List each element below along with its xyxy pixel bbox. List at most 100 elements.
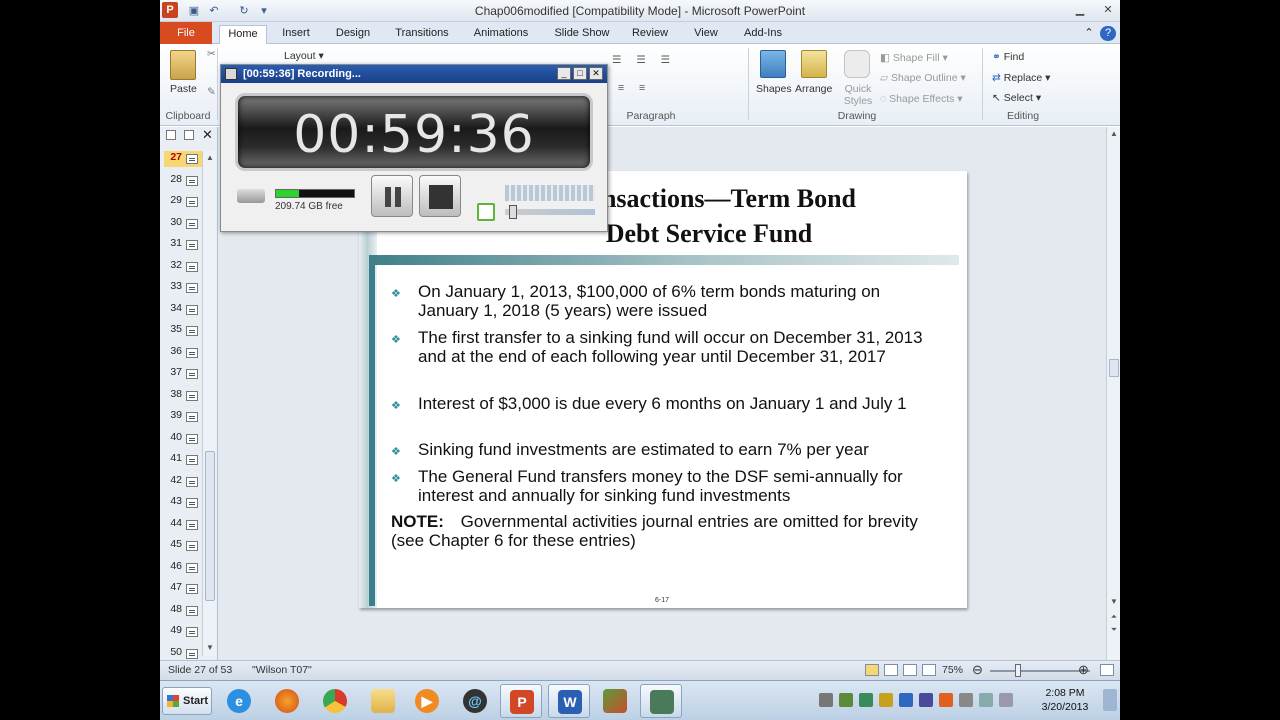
stop-button[interactable] xyxy=(419,175,461,217)
scroll-down-icon[interactable]: ▼ xyxy=(1107,597,1120,606)
taskbar-chrome[interactable] xyxy=(314,684,356,718)
cut-icon[interactable]: ✂ xyxy=(207,48,216,60)
slide-thumbnail-item[interactable]: 44 xyxy=(164,517,204,533)
find-button[interactable]: ⚭ Find xyxy=(992,51,1024,63)
tab-slide-show[interactable]: Slide Show xyxy=(550,25,614,44)
tab-transitions[interactable]: Transitions xyxy=(390,25,454,44)
quick-styles-button[interactable]: Quick Styles xyxy=(840,83,876,107)
pause-button[interactable] xyxy=(371,175,413,217)
align-buttons[interactable]: ≡ ≡ xyxy=(618,82,651,94)
slide-thumbnail-item[interactable]: 43 xyxy=(164,495,204,511)
close-panel-icon[interactable]: ✕ xyxy=(202,127,213,143)
zoom-out-icon[interactable]: ⊖ xyxy=(972,662,983,678)
taskbar-explorer[interactable] xyxy=(362,684,404,718)
tray-icon[interactable] xyxy=(859,693,873,707)
recorder-close-button[interactable]: ✕ xyxy=(589,67,603,80)
fit-slide-icon[interactable] xyxy=(1100,664,1114,676)
slide-thumbnail-item[interactable]: 45 xyxy=(164,538,204,554)
tab-review[interactable]: Review xyxy=(628,25,672,44)
recorder-minimize-button[interactable]: _ xyxy=(557,67,571,80)
clock[interactable]: 2:08 PM 3/20/2013 xyxy=(1035,686,1095,714)
taskbar-firefox[interactable] xyxy=(266,684,308,718)
zoom-slider-knob[interactable] xyxy=(1015,664,1021,677)
list-buttons[interactable]: ☰ ☰ ☰ xyxy=(612,54,676,66)
volume-slider-knob[interactable] xyxy=(509,205,517,219)
slideshow-icon[interactable] xyxy=(922,664,936,676)
normal-view-icon[interactable] xyxy=(865,664,879,676)
tray-icon[interactable] xyxy=(939,693,953,707)
taskbar-media[interactable]: ▶ xyxy=(406,684,448,718)
show-desktop-button[interactable] xyxy=(1103,689,1117,711)
tray-icon[interactable] xyxy=(899,693,913,707)
panel-scroll-thumb[interactable] xyxy=(205,451,215,601)
slide-thumbnail-item[interactable]: 41 xyxy=(164,452,204,468)
paste-button[interactable]: Paste xyxy=(170,83,197,95)
arrange-icon[interactable] xyxy=(801,50,827,78)
tray-icon[interactable] xyxy=(839,693,853,707)
outline-tab-icon[interactable] xyxy=(184,130,194,140)
slides-tab-icon[interactable] xyxy=(166,130,176,140)
zoom-level[interactable]: 75% xyxy=(942,664,963,676)
recorder-maximize-button[interactable]: □ xyxy=(573,67,587,80)
microphone-icon[interactable] xyxy=(477,203,495,221)
slide-thumbnail-item[interactable]: 38 xyxy=(164,388,204,404)
slide-thumbnail-item[interactable]: 29 xyxy=(164,194,204,210)
slide-thumbnail-item[interactable]: 39 xyxy=(164,409,204,425)
slide-thumbnail-item[interactable]: 30 xyxy=(164,216,204,232)
canvas-scrollbar[interactable]: ▲ ▼ ⏶ ⏷ xyxy=(1106,127,1120,660)
slide-thumbnail-item[interactable]: 27 xyxy=(164,151,204,167)
slide-thumbnail-item[interactable]: 32 xyxy=(164,259,204,275)
next-slide-icon[interactable]: ⏷ xyxy=(1107,625,1120,635)
tab-insert[interactable]: Insert xyxy=(276,25,316,44)
taskbar-recorder[interactable] xyxy=(640,684,682,718)
tab-file[interactable]: File xyxy=(160,22,212,44)
slide-thumbnail-item[interactable]: 37 xyxy=(164,366,204,382)
paste-icon[interactable] xyxy=(170,50,196,80)
zoom-in-icon[interactable]: ⊕ xyxy=(1078,662,1089,678)
select-button[interactable]: ↖ Select ▾ xyxy=(992,92,1041,104)
taskbar-app[interactable]: @ xyxy=(454,684,496,718)
volume-slider[interactable] xyxy=(505,209,595,215)
scroll-up-icon[interactable]: ▲ xyxy=(203,153,217,162)
format-painter-icon[interactable]: ✎ xyxy=(207,86,216,98)
minimize-button[interactable]: ▁ xyxy=(1070,2,1090,18)
scroll-up-icon[interactable]: ▲ xyxy=(1107,129,1120,138)
start-button[interactable]: Start xyxy=(162,687,212,715)
taskbar-app2[interactable] xyxy=(594,684,636,718)
taskbar-powerpoint[interactable]: P xyxy=(500,684,542,718)
slide-thumbnail-item[interactable]: 33 xyxy=(164,280,204,296)
slide-thumbnail-item[interactable]: 42 xyxy=(164,474,204,490)
shape-outline-button[interactable]: ▱ Shape Outline ▾ xyxy=(880,72,966,84)
slide-thumbnail-item[interactable]: 46 xyxy=(164,560,204,576)
shape-effects-button[interactable]: ◌ Shape Effects ▾ xyxy=(880,93,963,105)
tray-icon[interactable] xyxy=(819,693,833,707)
panel-scrollbar[interactable]: ▲ ▼ xyxy=(202,151,216,656)
slide-thumbnail-item[interactable]: 28 xyxy=(164,173,204,189)
tab-add-ins[interactable]: Add-Ins xyxy=(738,25,788,44)
network-icon[interactable] xyxy=(979,693,993,707)
reading-view-icon[interactable] xyxy=(903,664,917,676)
slide-thumbnail-item[interactable]: 36 xyxy=(164,345,204,361)
quick-styles-icon[interactable] xyxy=(844,50,870,78)
tray-icon[interactable] xyxy=(879,693,893,707)
arrange-button[interactable]: Arrange xyxy=(795,83,832,95)
canvas-scroll-thumb[interactable] xyxy=(1109,359,1119,377)
shapes-button[interactable]: Shapes xyxy=(756,83,792,95)
close-button[interactable]: ✕ xyxy=(1098,2,1118,18)
slide-thumbnail-item[interactable]: 48 xyxy=(164,603,204,619)
previous-slide-icon[interactable]: ⏶ xyxy=(1107,612,1120,622)
tab-animations[interactable]: Animations xyxy=(468,25,534,44)
tab-design[interactable]: Design xyxy=(330,25,376,44)
slide-thumbnail-item[interactable]: 35 xyxy=(164,323,204,339)
slide-thumbnail-item[interactable]: 34 xyxy=(164,302,204,318)
slide-thumbnail-item[interactable]: 49 xyxy=(164,624,204,640)
tray-icon[interactable] xyxy=(919,693,933,707)
shape-fill-button[interactable]: ◧ Shape Fill ▾ xyxy=(880,52,948,64)
replace-button[interactable]: ⇄ Replace ▾ xyxy=(992,72,1050,84)
slide-thumbnail-item[interactable]: 40 xyxy=(164,431,204,447)
shapes-icon[interactable] xyxy=(760,50,786,78)
tab-home[interactable]: Home xyxy=(219,25,267,44)
tab-view[interactable]: View xyxy=(688,25,724,44)
slide-thumbnail-item[interactable]: 31 xyxy=(164,237,204,253)
minimize-ribbon-icon[interactable]: ⌃ xyxy=(1082,25,1096,44)
